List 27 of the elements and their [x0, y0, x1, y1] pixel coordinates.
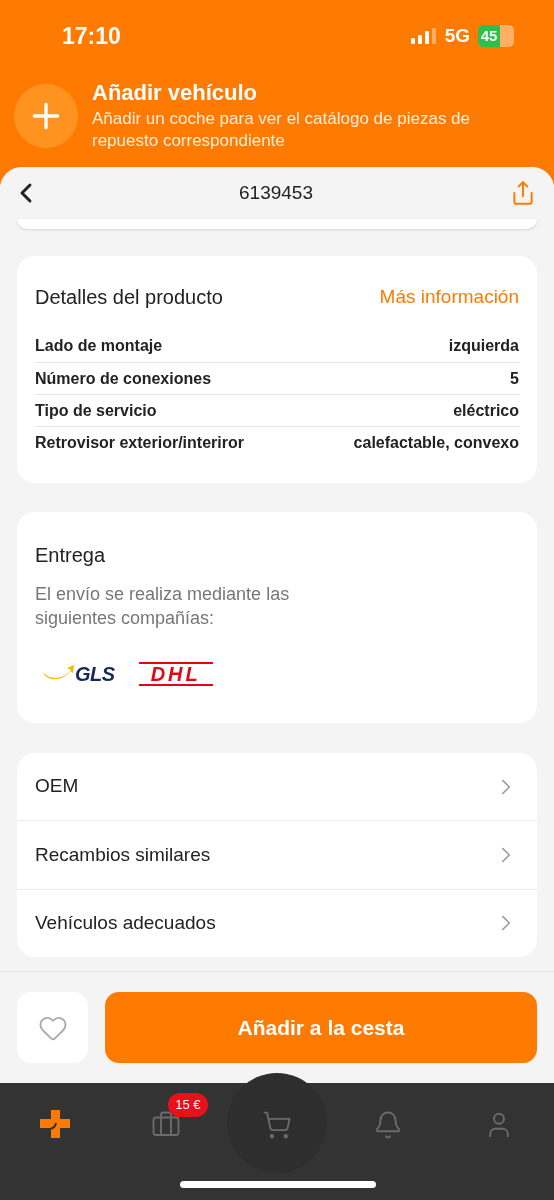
detail-label: Tipo de servicio	[35, 400, 157, 421]
carrier-name: GLS	[75, 664, 115, 684]
share-icon[interactable]	[510, 180, 536, 206]
detail-value: izquierda	[448, 336, 519, 356]
delivery-text: El envío se realiza mediante las siguientes compañías:	[35, 583, 291, 630]
detail-value: eléctrico	[453, 400, 519, 421]
detail-value: calefactable, convexo	[353, 432, 519, 453]
banner-subtitle: Añadir un coche para ver el catálogo de piezas de repuesto correspondiente	[92, 108, 472, 152]
detail-label: Lado de montaje	[35, 336, 163, 356]
clock: 17:10	[62, 21, 121, 51]
badge: 15 €	[168, 1093, 208, 1117]
banner-title: Añadir vehículo	[92, 79, 259, 107]
section-title: Detalles del producto	[35, 285, 223, 310]
cart-icon[interactable]	[262, 1110, 292, 1140]
battery-indicator: 45	[478, 25, 514, 47]
detail-label: Retrovisor exterior/interiror	[35, 432, 244, 453]
signal-icon	[410, 28, 437, 44]
section-title: Entrega	[35, 543, 107, 568]
link-row[interactable]: Vehículos adecuados	[17, 888, 537, 957]
nav-title: 6139453	[239, 180, 313, 205]
carrier-name: DHL	[138, 662, 213, 686]
detail-value: 5	[510, 368, 519, 389]
link-row[interactable]: OEM	[17, 753, 537, 821]
network-label: 5G	[444, 23, 470, 48]
detail-label: Número de conexiones	[35, 368, 212, 389]
link-row[interactable]: Recambios similares	[17, 820, 537, 889]
favorite-button[interactable]	[17, 992, 88, 1063]
